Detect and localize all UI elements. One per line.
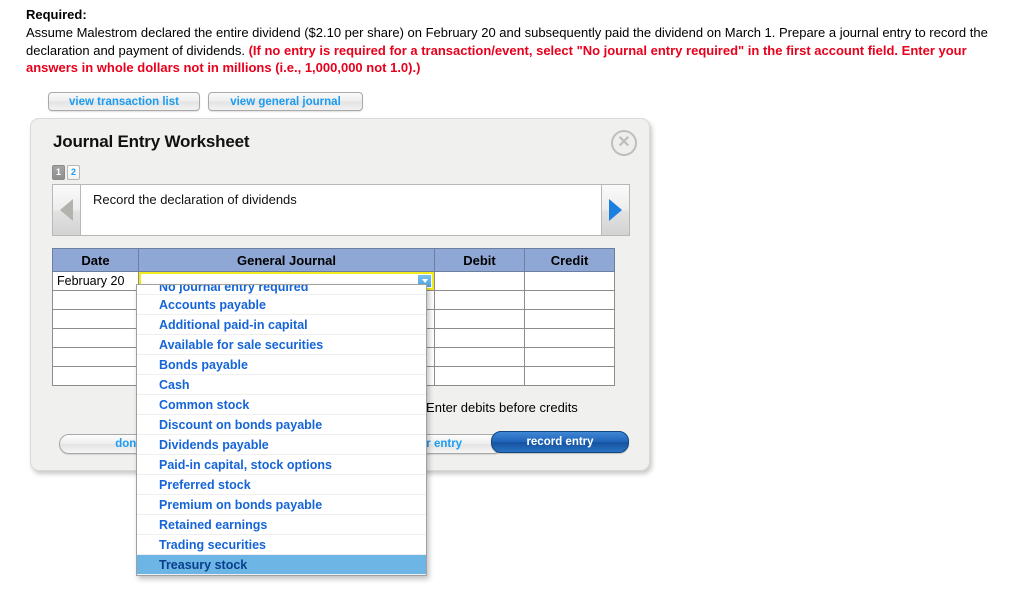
date-cell[interactable]	[52, 309, 139, 329]
column-header-date: Date	[52, 248, 139, 272]
dropdown-item-paid-in-capital-stock-options[interactable]: Paid-in capital, stock options	[137, 455, 426, 475]
view-transaction-list-button[interactable]: view transaction list	[48, 92, 200, 111]
required-label: Required:	[26, 7, 87, 22]
debit-cell[interactable]	[434, 328, 525, 348]
dropdown-item-dividends-payable[interactable]: Dividends payable	[137, 435, 426, 455]
dropdown-item-trading-securities[interactable]: Trading securities	[137, 535, 426, 555]
column-header-general-journal: General Journal	[138, 248, 435, 272]
dropdown-item-treasury-stock[interactable]: Treasury stock	[137, 555, 426, 575]
debits-before-credits-note: *Enter debits before credits	[421, 400, 578, 415]
dropdown-item-discount-on-bonds-payable[interactable]: Discount on bonds payable	[137, 415, 426, 435]
credit-cell[interactable]	[524, 271, 615, 291]
dropdown-item-retained-earnings[interactable]: Retained earnings	[137, 515, 426, 535]
worksheet-title: Journal Entry Worksheet	[53, 132, 250, 151]
required-instructions: Assume Malestrom declared the entire div…	[26, 24, 1011, 77]
dropdown-item-no-journal-entry-required[interactable]: No journal entry required	[137, 285, 426, 295]
record-entry-button[interactable]: record entry	[491, 431, 629, 453]
dropdown-item-available-for-sale-securities[interactable]: Available for sale securities	[137, 335, 426, 355]
date-cell[interactable]	[52, 366, 139, 386]
credit-cell[interactable]	[524, 328, 615, 348]
instruction-bar: Record the declaration of dividends	[52, 184, 630, 236]
dropdown-item-additional-paid-in-capital[interactable]: Additional paid-in capital	[137, 315, 426, 335]
dropdown-item-bonds-payable[interactable]: Bonds payable	[137, 355, 426, 375]
credit-cell[interactable]	[524, 347, 615, 367]
debit-cell[interactable]	[434, 309, 525, 329]
triangle-left-icon	[60, 199, 73, 221]
date-cell[interactable]	[52, 328, 139, 348]
instruction-text: Record the declaration of dividends	[93, 192, 297, 207]
table-header-row: Date General Journal Debit Credit	[52, 248, 615, 272]
debit-cell[interactable]	[434, 366, 525, 386]
date-cell[interactable]	[52, 290, 139, 310]
step-tabs: 1 2	[52, 165, 80, 180]
triangle-right-icon	[609, 199, 622, 221]
next-step-button[interactable]	[601, 185, 629, 235]
previous-step-button[interactable]	[53, 185, 81, 235]
dropdown-item-preferred-stock[interactable]: Preferred stock	[137, 475, 426, 495]
column-header-credit: Credit	[524, 248, 615, 272]
view-general-journal-button[interactable]: view general journal	[208, 92, 363, 111]
dropdown-item-cash[interactable]: Cash	[137, 375, 426, 395]
account-dropdown-list[interactable]: No journal entry required Accounts payab…	[136, 284, 427, 576]
credit-cell[interactable]	[524, 309, 615, 329]
credit-cell[interactable]	[524, 366, 615, 386]
dropdown-item-accounts-payable[interactable]: Accounts payable	[137, 295, 426, 315]
prompt-block: Required: Assume Malestrom declared the …	[26, 6, 1011, 77]
credit-cell[interactable]	[524, 290, 615, 310]
debit-cell[interactable]	[434, 271, 525, 291]
column-header-debit: Debit	[434, 248, 525, 272]
dropdown-item-premium-on-bonds-payable[interactable]: Premium on bonds payable	[137, 495, 426, 515]
step-tab-1[interactable]: 1	[52, 165, 65, 180]
view-buttons-group: view transaction list view general journ…	[48, 92, 363, 111]
close-icon[interactable]: ✕	[611, 130, 637, 156]
debit-cell[interactable]	[434, 290, 525, 310]
step-tab-2[interactable]: 2	[67, 165, 80, 180]
date-cell[interactable]	[52, 347, 139, 367]
dropdown-item-common-stock[interactable]: Common stock	[137, 395, 426, 415]
date-cell[interactable]: February 20	[52, 271, 139, 291]
debit-cell[interactable]	[434, 347, 525, 367]
